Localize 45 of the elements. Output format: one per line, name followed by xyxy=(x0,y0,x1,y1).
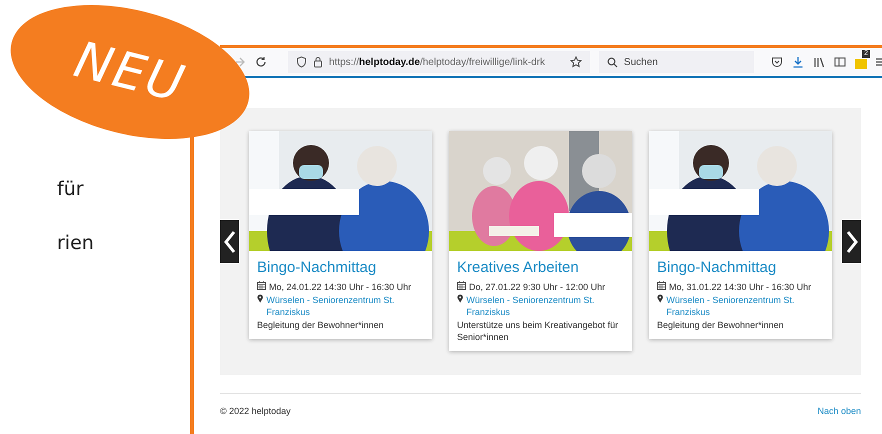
map-pin-icon xyxy=(257,294,264,303)
location-link[interactable]: Würselen - Seniorenzentrum St. Franziskus xyxy=(666,294,824,318)
location-link[interactable]: Würselen - Seniorenzentrum St. Franziskus xyxy=(266,294,424,318)
back-to-top-link[interactable]: Nach oben xyxy=(817,406,861,416)
star-icon[interactable] xyxy=(570,56,582,68)
slide-text: für xyxy=(57,178,85,200)
pocket-icon[interactable] xyxy=(771,56,783,68)
event-title[interactable]: Bingo-Nachmittag xyxy=(657,259,824,276)
event-date: Mo, 24.01.22 14:30 Uhr - 16:30 Uhr xyxy=(269,281,412,293)
url-text: https://helptoday.de/helptoday/freiwillige/link-drk xyxy=(329,56,546,68)
event-title[interactable]: Kreatives Arbeiten xyxy=(457,259,624,276)
calendar-icon xyxy=(657,281,666,290)
location-link[interactable]: Würselen - Seniorenzentrum St. Franziskus xyxy=(466,294,624,318)
map-pin-icon xyxy=(457,294,464,303)
event-title[interactable]: Bingo-Nachmittag xyxy=(257,259,424,276)
search-bar[interactable]: Suchen xyxy=(598,51,754,73)
sidebar-icon[interactable] xyxy=(834,56,846,68)
lock-icon xyxy=(313,56,323,68)
previous-button[interactable] xyxy=(220,220,239,263)
event-card[interactable]: Kreatives Arbeiten Do, 27.01.22 9:30 Uhr - 12:00 Uhr Würselen - Seniorenzentrum St. Franziskus Unterstütze uns beim Kreativangebot für Senior*innen xyxy=(449,131,632,351)
event-card[interactable]: Bingo-Nachmittag Mo, 31.01.22 14:30 Uhr - 16:30 Uhr Würselen - Seniorenzentrum St. Franziskus Begleitung der Bewohner*innen xyxy=(649,131,832,339)
calendar-icon xyxy=(457,281,466,290)
badge-text: NEU xyxy=(68,30,192,114)
chevron-left-icon xyxy=(224,230,236,254)
search-input[interactable]: Suchen xyxy=(624,56,734,68)
event-description: Unterstütze uns beim Kreativangebot für Senior*innen xyxy=(457,319,620,343)
menu-icon[interactable] xyxy=(876,56,882,68)
event-date: Do, 27.01.22 9:30 Uhr - 12:00 Uhr xyxy=(469,281,606,293)
shield-icon xyxy=(296,56,307,68)
chevron-right-icon xyxy=(846,230,858,254)
event-description: Begleitung der Bewohner*innen xyxy=(257,319,385,331)
slide-text: rien xyxy=(57,232,95,254)
address-bar[interactable]: https://helptoday.de/helptoday/freiwillige/link-drk xyxy=(288,51,590,73)
event-description: Begleitung der Bewohner*innen xyxy=(657,319,785,331)
search-icon xyxy=(606,56,618,68)
event-card[interactable]: Bingo-Nachmittag Mo, 24.01.22 14:30 Uhr - 16:30 Uhr Würselen - Seniorenzentrum St. Franziskus Begleitung der Bewohner*innen xyxy=(249,131,432,339)
library-icon[interactable] xyxy=(813,56,825,68)
map-pin-icon xyxy=(657,294,664,303)
copyright-text: © 2022 helptoday xyxy=(220,406,291,416)
forward-icon[interactable] xyxy=(234,56,246,68)
download-icon[interactable] xyxy=(792,56,804,68)
next-button[interactable] xyxy=(842,220,861,263)
calendar-icon xyxy=(257,281,266,290)
event-date: Mo, 31.01.22 14:30 Uhr - 16:30 Uhr xyxy=(669,281,812,293)
reload-icon[interactable] xyxy=(255,56,267,68)
